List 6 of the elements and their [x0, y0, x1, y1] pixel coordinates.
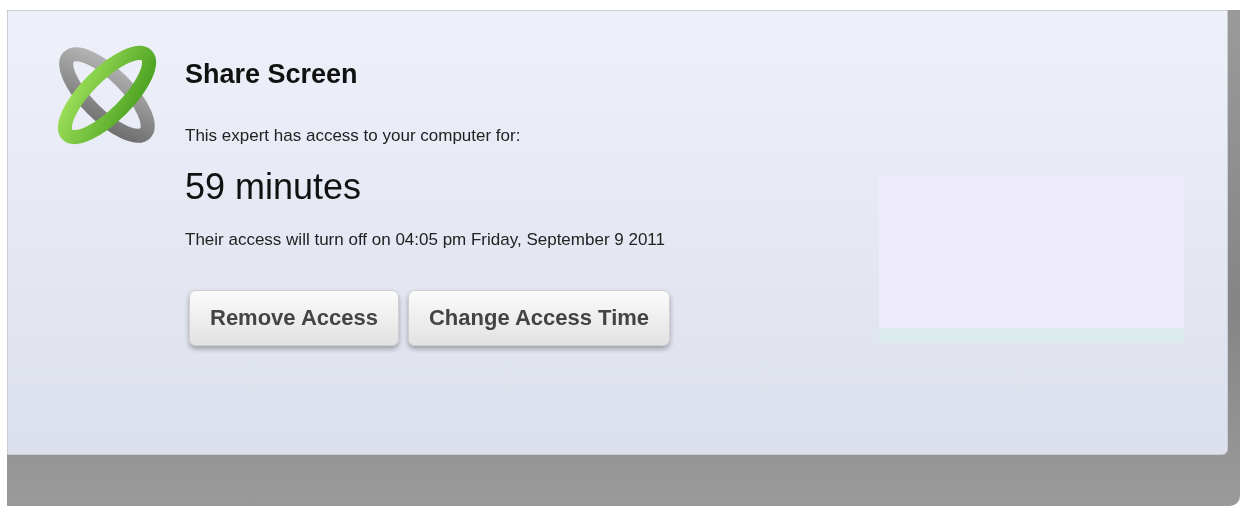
expiry-text: Their access will turn off on 04:05 pm Friday, September 9 2011	[185, 230, 667, 250]
dialog-title: Share Screen	[185, 59, 359, 90]
change-time-button[interactable]: Change Access Time	[407, 290, 671, 346]
remaining-time: 59 minutes	[185, 166, 363, 208]
remove-access-button[interactable]: Remove Access	[189, 290, 399, 346]
access-description: This expert has access to your computer for:	[185, 126, 522, 146]
